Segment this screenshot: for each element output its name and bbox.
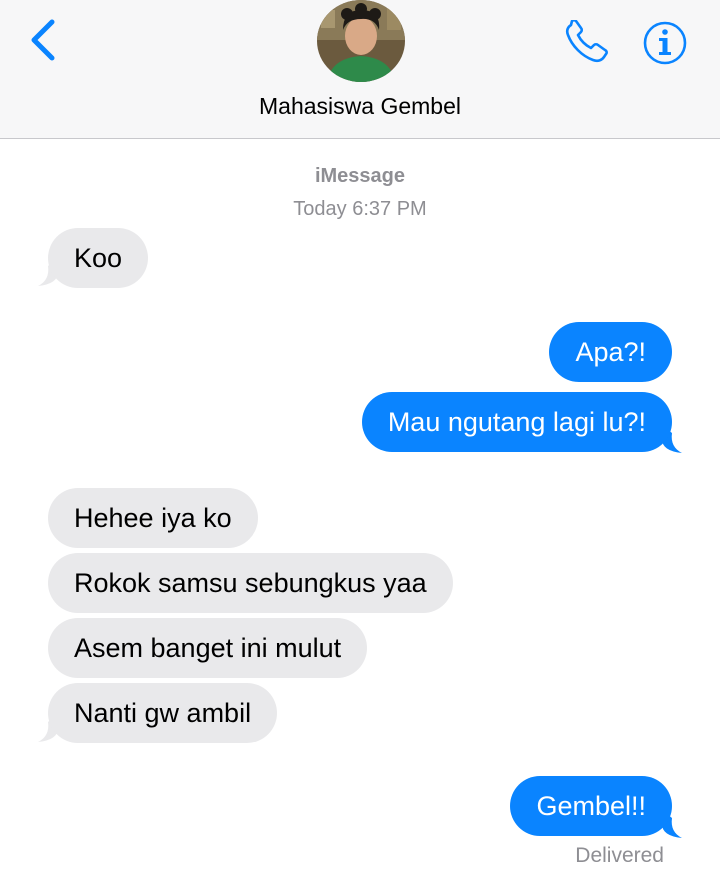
message-bubble-incoming[interactable]: Asem banget ini mulut (48, 618, 368, 678)
phone-icon (565, 18, 608, 63)
message-bubble-outgoing[interactable]: Gembel!! (510, 776, 672, 836)
info-button[interactable] (640, 20, 690, 66)
contact-name[interactable]: Mahasiswa Gembel (0, 93, 720, 120)
message-bubble-incoming[interactable]: Nanti gw ambil (48, 683, 278, 743)
service-label: iMessage (314, 165, 406, 187)
info-icon (643, 21, 687, 65)
message-bubble-incoming[interactable]: Rokok samsu sebungkus yaa (48, 553, 453, 613)
thread-timestamp: Today 6:37 PM (293, 198, 427, 220)
back-chevron-icon (31, 19, 55, 61)
message-bubble-outgoing[interactable]: Apa?! (549, 322, 672, 382)
delivery-status: Delivered (575, 844, 664, 867)
message-bubble-incoming[interactable]: Koo (48, 228, 149, 288)
contact-avatar[interactable] (317, 0, 405, 82)
message-bubble-outgoing[interactable]: Mau ngutang lagi lu?! (361, 392, 672, 452)
back-button[interactable] (26, 18, 62, 62)
message-bubble-incoming[interactable]: Hehee iya ko (48, 488, 258, 548)
conversation-header: Mahasiswa Gembel (0, 0, 720, 139)
call-button[interactable] (562, 18, 612, 64)
